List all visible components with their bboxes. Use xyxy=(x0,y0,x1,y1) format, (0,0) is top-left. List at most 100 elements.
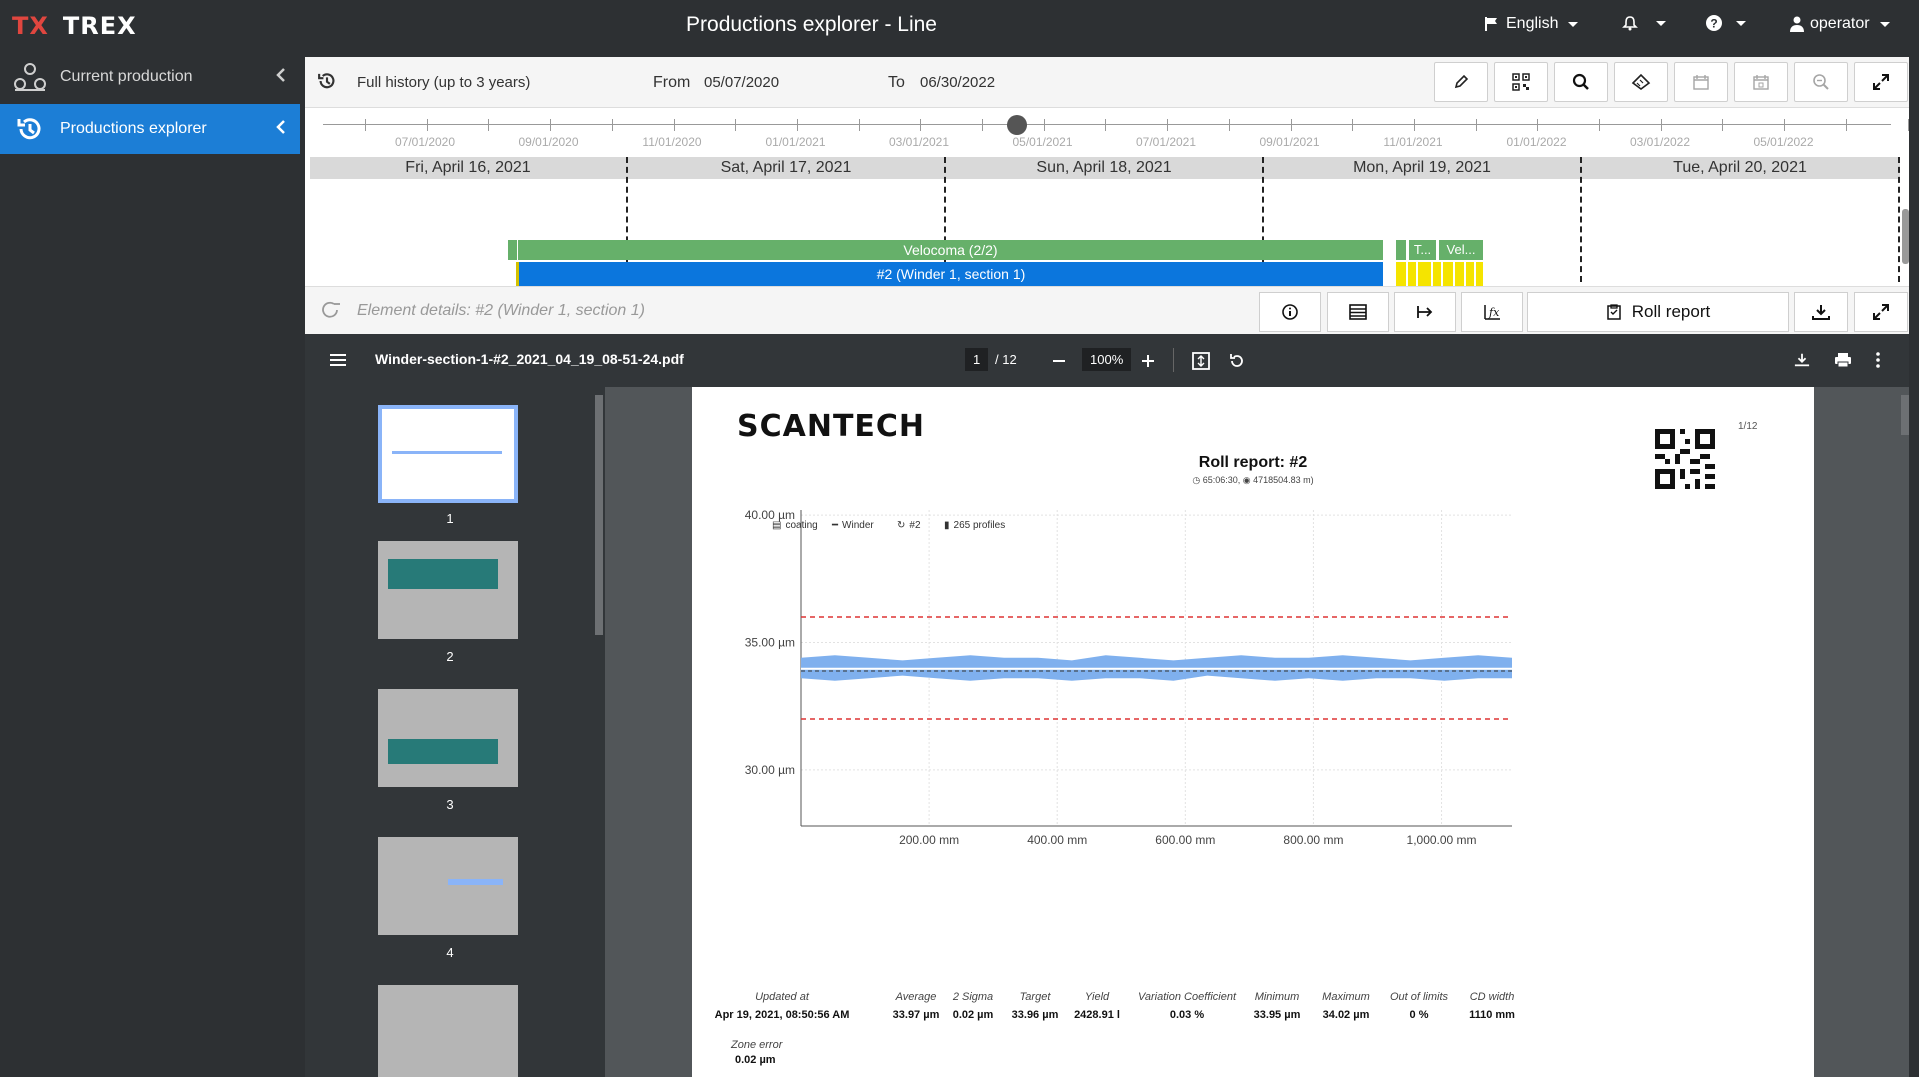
zoom-input[interactable]: 100% xyxy=(1082,348,1132,371)
roll-report-label: Roll report xyxy=(1631,302,1711,321)
print-icon[interactable] xyxy=(1834,352,1852,368)
info-icon xyxy=(1282,304,1298,320)
timeline-tick xyxy=(1475,119,1477,131)
stat-label: Target xyxy=(1019,991,1051,1003)
function-icon: fx xyxy=(1484,305,1500,320)
timeline-tick xyxy=(1660,119,1662,131)
production-bar[interactable] xyxy=(1396,240,1406,260)
timeline-scrollbar[interactable] xyxy=(1902,209,1909,264)
y-tick-label: 40.00 µm xyxy=(745,508,795,522)
timeline-tick xyxy=(1784,119,1786,131)
production-gantt: Velocoma (2/2) #2 (Winder 1, section 1) … xyxy=(305,179,1909,337)
to-date-input[interactable]: 06/30/2022 xyxy=(920,74,995,91)
stat-value: 1110 mm xyxy=(1469,1009,1515,1021)
timeline-tick xyxy=(1845,119,1847,131)
fit-page-icon[interactable] xyxy=(1192,352,1210,370)
stat-value: 33.95 µm xyxy=(1253,1009,1301,1021)
page-thumbnail[interactable] xyxy=(378,405,518,503)
timeline-tick xyxy=(1290,119,1292,131)
production-bar[interactable]: Velocoma (2/2) xyxy=(518,240,1383,260)
sidebar-item-label: Productions explorer xyxy=(60,120,207,137)
page-thumbnail[interactable] xyxy=(378,837,518,935)
menu-icon[interactable] xyxy=(330,353,346,367)
timeline-tick xyxy=(920,119,922,131)
language-selector[interactable]: English xyxy=(1484,15,1579,33)
measure-button[interactable] xyxy=(1614,62,1668,102)
page-number-input[interactable]: 1 xyxy=(965,348,989,371)
fullscreen-report-button[interactable] xyxy=(1854,292,1908,332)
search-icon xyxy=(1572,73,1589,90)
stat-value: 33.96 µm xyxy=(1011,1009,1059,1021)
report-icon xyxy=(1607,304,1621,320)
list-button[interactable] xyxy=(1327,292,1389,332)
pdf-toolbar: Winder-section-1-#2_2021_04_19_08-51-24.… xyxy=(305,334,1909,387)
expand-icon xyxy=(1873,304,1889,320)
production-bar[interactable] xyxy=(508,240,517,260)
thumbnail-scrollbar[interactable] xyxy=(595,395,603,635)
edit-button[interactable] xyxy=(1434,62,1488,102)
fullscreen-button[interactable] xyxy=(1854,62,1908,102)
element-details-label: Element details: #2 (Winder 1, section 1… xyxy=(357,302,645,319)
timeline-tick xyxy=(796,119,798,131)
page-thumbnail[interactable] xyxy=(378,985,518,1077)
chevron-left-icon xyxy=(276,68,285,82)
timeline-tick xyxy=(488,119,490,131)
help-button[interactable]: ? xyxy=(1706,15,1746,31)
rotate-icon[interactable] xyxy=(1228,352,1246,370)
chevron-down-icon xyxy=(1736,20,1746,26)
page-thumbnail[interactable] xyxy=(378,541,518,639)
download-button[interactable] xyxy=(1794,292,1848,332)
page-thumbnail[interactable] xyxy=(378,689,518,787)
search-button[interactable] xyxy=(1554,62,1608,102)
expand-icon xyxy=(1873,74,1889,90)
timeline-tick xyxy=(611,119,613,131)
main-panel: Full history (up to 3 years) From 05/07/… xyxy=(305,57,1909,1077)
zoom-out-icon[interactable] xyxy=(1052,354,1066,368)
divider xyxy=(1173,348,1174,372)
chevron-down-icon xyxy=(1879,21,1890,27)
download-icon xyxy=(1812,305,1830,320)
production-bar[interactable]: Vel... xyxy=(1439,240,1483,260)
thumbnail-number: 2 xyxy=(446,649,454,664)
history-range-select[interactable]: Full history (up to 3 years) xyxy=(357,74,530,91)
from-date-input[interactable]: 05/07/2020 xyxy=(704,74,779,91)
timeline-tick-label: 09/01/2020 xyxy=(518,135,579,149)
more-vertical-icon[interactable] xyxy=(1876,352,1880,368)
stat-label: Out of limits xyxy=(1389,991,1449,1003)
formula-button[interactable]: fx xyxy=(1461,292,1523,332)
timeline-tick xyxy=(365,119,366,131)
x-tick-label: 400.00 mm xyxy=(1027,833,1087,847)
timeline-tick-label: 11/01/2021 xyxy=(1383,135,1443,149)
svg-text:fx: fx xyxy=(1488,306,1500,319)
timeline-tick xyxy=(1167,119,1169,131)
zoom-out-button[interactable] xyxy=(1794,62,1848,102)
timeline-tick xyxy=(426,119,428,131)
stat-value: 0.03 % xyxy=(1169,1009,1205,1021)
timeline-tick-label: 01/01/2021 xyxy=(765,135,826,149)
calendar-day-button[interactable] xyxy=(1734,62,1788,102)
stat-value: 33.97 µm xyxy=(892,1009,940,1021)
history-icon xyxy=(318,73,335,89)
calendar-button[interactable] xyxy=(1674,62,1728,102)
qr-code-button[interactable] xyxy=(1494,62,1548,102)
stat-value: 0 % xyxy=(1409,1009,1429,1021)
thumbnail-number: 4 xyxy=(446,945,454,960)
pdf-scrollbar[interactable] xyxy=(1901,395,1909,435)
timeline-tick xyxy=(1722,119,1724,131)
thumbnail-preview xyxy=(388,559,498,589)
sidebar-item-productions-explorer[interactable]: Productions explorer xyxy=(0,104,300,154)
timeline-tick xyxy=(1352,119,1354,131)
download-icon[interactable] xyxy=(1794,352,1810,368)
zoom-in-icon[interactable] xyxy=(1141,354,1155,368)
width-button[interactable] xyxy=(1394,292,1456,332)
sidebar-item-current-production[interactable]: Current production xyxy=(0,52,300,102)
timeline-slider-handle[interactable] xyxy=(1007,115,1027,135)
production-bar[interactable]: T... xyxy=(1409,240,1436,260)
user-menu[interactable]: operator xyxy=(1790,15,1890,33)
notifications-button[interactable] xyxy=(1622,15,1666,31)
x-tick-label: 200.00 mm xyxy=(899,833,959,847)
roll-report-button[interactable]: Roll report xyxy=(1527,292,1789,332)
page-total: / 12 xyxy=(995,352,1017,367)
stat-label: Minimum xyxy=(1254,991,1300,1003)
info-button[interactable] xyxy=(1259,292,1321,332)
